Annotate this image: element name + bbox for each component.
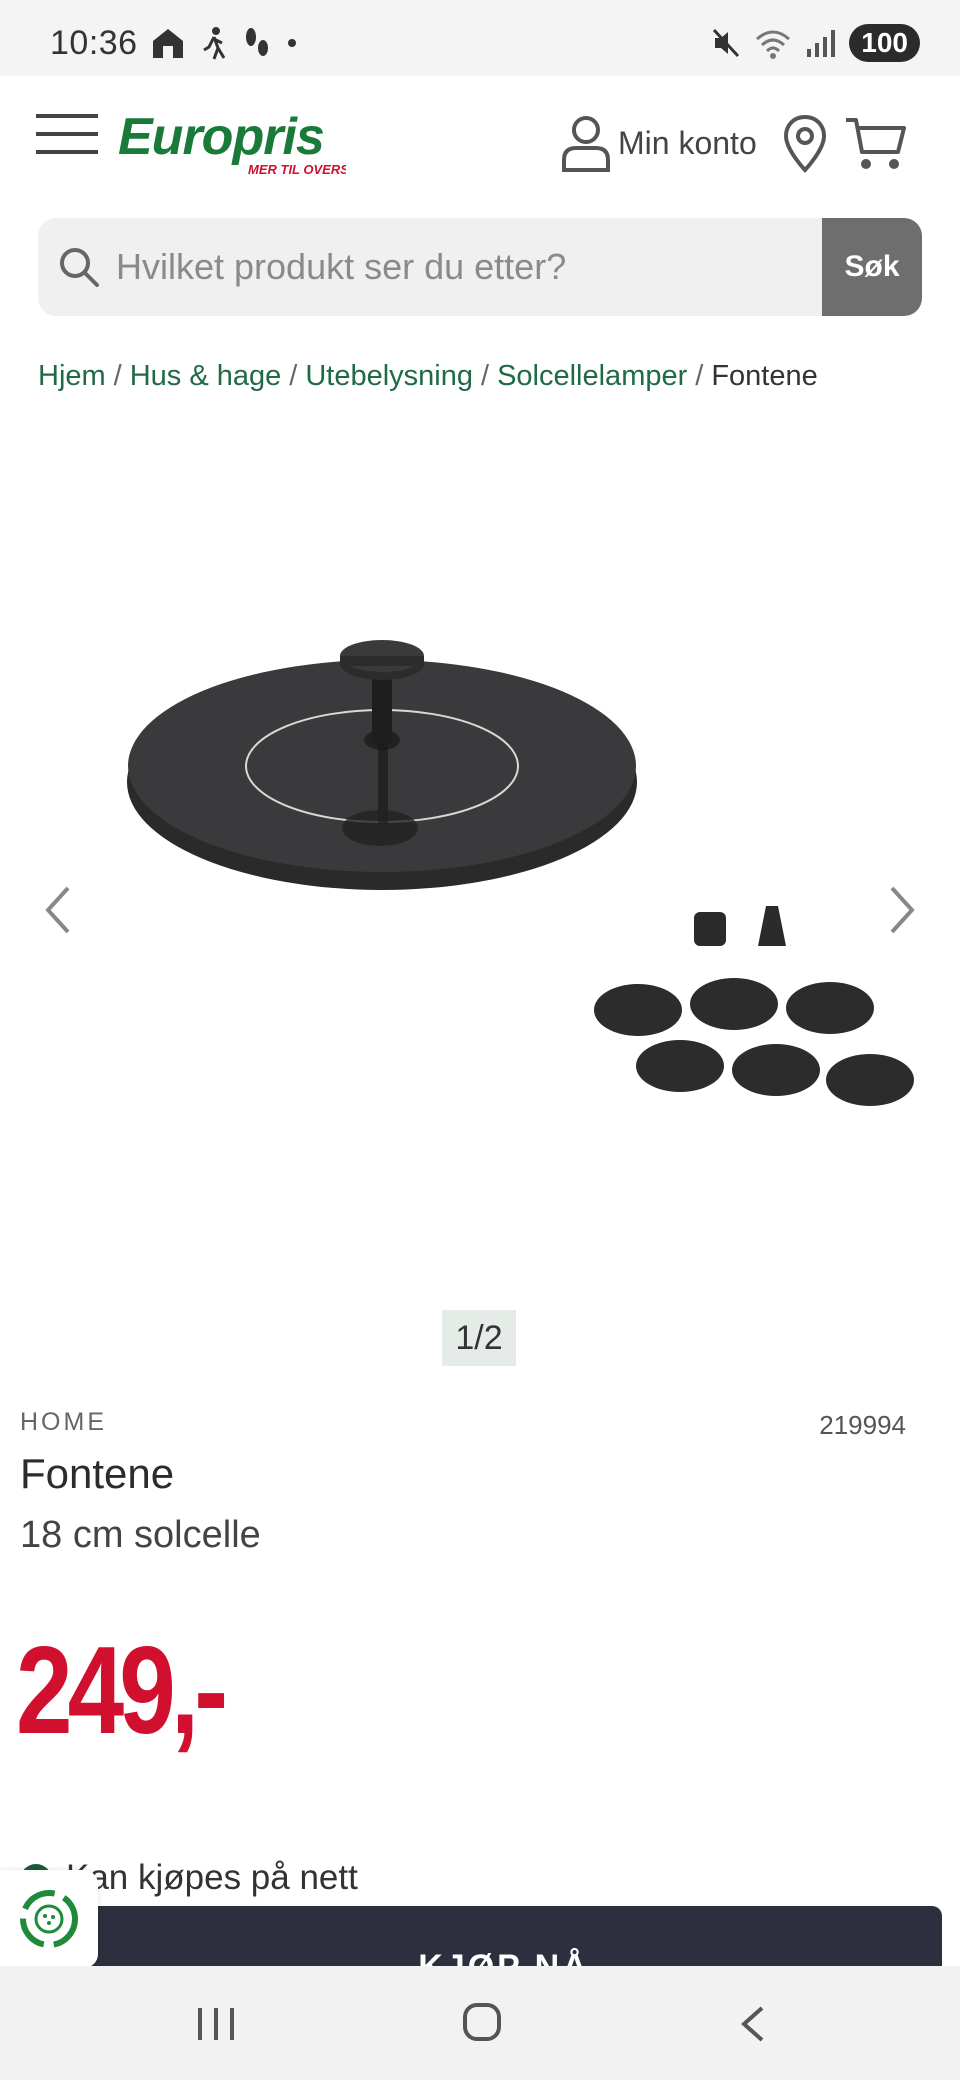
menu-icon[interactable] [36, 112, 98, 156]
logo-text: Europris [118, 108, 324, 166]
status-left-icons [150, 26, 298, 60]
product-price: 249,- [16, 1622, 228, 1760]
product-subtitle: 18 cm solcelle [20, 1514, 261, 1556]
battery-icon: 100 [849, 24, 920, 62]
system-nav-bar [0, 1966, 960, 2080]
breadcrumb-item-hjem[interactable]: Hjem [38, 360, 106, 392]
status-time: 10:36 [50, 24, 138, 62]
eco-badge[interactable] [0, 1870, 98, 1968]
back-icon[interactable] [738, 2004, 768, 2044]
availability-text: Kan kjøpes på nett [66, 1858, 358, 1897]
account-label: Min konto [618, 124, 757, 161]
breadcrumb-separator: / [481, 360, 490, 392]
cart-icon[interactable] [844, 116, 906, 172]
breadcrumb-item-utebelysning[interactable]: Utebelysning [305, 360, 473, 392]
product-title: Fontene [20, 1450, 175, 1497]
mute-icon [713, 28, 740, 58]
breadcrumb-item-solcellelamper[interactable]: Solcellelamper [497, 360, 687, 392]
search-icon [60, 248, 99, 287]
search-input[interactable] [116, 218, 816, 316]
signal-icon [807, 30, 836, 57]
previous-image-arrow-icon[interactable] [38, 880, 78, 940]
footsteps-icon [246, 28, 268, 56]
user-icon [562, 116, 610, 172]
breadcrumb-item-hus-hage[interactable]: Hus & hage [130, 360, 282, 392]
status-bar: 10:36 100 [0, 0, 960, 76]
account-link[interactable]: Min konto [560, 114, 757, 172]
product-gallery[interactable] [20, 600, 940, 1260]
home-icon [153, 29, 183, 58]
status-right-icons: 100 [711, 24, 920, 62]
site-header: Europris MER TIL OVERS Min konto [0, 76, 960, 206]
wifi-icon [756, 30, 791, 59]
recent-apps-icon[interactable] [196, 2006, 236, 2042]
walking-icon [203, 27, 226, 60]
breadcrumb: Hjem / Hus & hage / Utebelysning / Solcellelam… [38, 360, 818, 393]
store-locator-icon[interactable] [782, 114, 828, 174]
product-image [127, 640, 914, 1106]
product-sku: 219994 [819, 1410, 906, 1440]
next-image-arrow-icon[interactable] [882, 880, 922, 940]
image-counter: 1/2 [442, 1310, 516, 1366]
search-bar: Søk [38, 218, 922, 316]
recycle-icon [20, 1890, 78, 1948]
search-button[interactable]: Søk [822, 218, 922, 316]
dot-icon [288, 39, 296, 47]
breadcrumb-current: Fontene [711, 360, 818, 392]
logo-tagline: MER TIL OVERS [248, 162, 346, 177]
breadcrumb-separator: / [289, 360, 298, 392]
home-button-icon[interactable] [462, 2002, 502, 2042]
europris-logo[interactable]: Europris MER TIL OVERS [116, 104, 346, 180]
breadcrumb-separator: / [113, 360, 122, 392]
product-brand: HOME [20, 1408, 107, 1436]
breadcrumb-separator: / [695, 360, 704, 392]
